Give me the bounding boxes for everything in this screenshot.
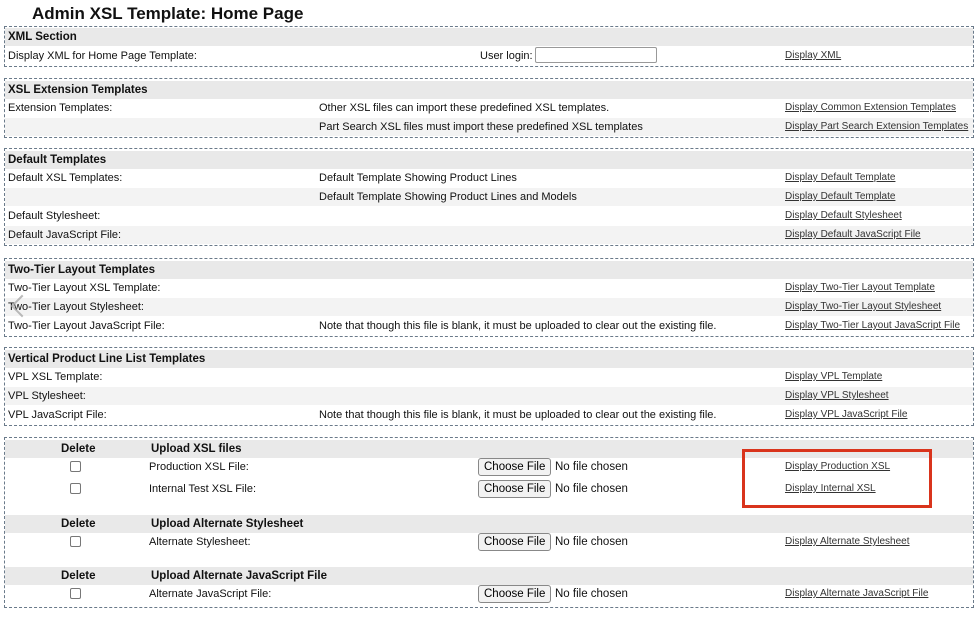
- table-row: Extension Templates: Other XSL files can…: [5, 99, 973, 117]
- delete-checkbox[interactable]: [70, 588, 81, 599]
- choose-file-button[interactable]: Choose File: [478, 585, 552, 603]
- row-label: Display XML for Home Page Template:: [8, 50, 197, 62]
- display-alternate-stylesheet-link[interactable]: Display Alternate Stylesheet: [785, 533, 910, 551]
- user-login-input[interactable]: [535, 47, 657, 63]
- row-description: Default Template Showing Product Lines: [319, 172, 517, 184]
- row-description: Note that though this file is blank, it …: [319, 409, 717, 421]
- upload-group-header: Delete Upload Alternate JavaScript File: [5, 567, 973, 585]
- table-row: VPL JavaScript File: Note that though th…: [5, 406, 973, 424]
- file-label: Internal Test XSL File:: [149, 483, 256, 495]
- table-row: Two-Tier Layout XSL Template: Display Tw…: [5, 279, 973, 297]
- xsl-extension-section: XSL Extension Templates Extension Templa…: [4, 78, 974, 138]
- display-vpl-template-link[interactable]: Display VPL Template: [785, 368, 882, 386]
- file-label: Alternate Stylesheet:: [149, 536, 251, 548]
- no-file-text: No file chosen: [555, 483, 628, 495]
- choose-file-button[interactable]: Choose File: [478, 480, 552, 498]
- display-part-search-extension-link[interactable]: Display Part Search Extension Templates: [785, 118, 968, 136]
- no-file-text: No file chosen: [555, 536, 628, 548]
- display-common-extension-link[interactable]: Display Common Extension Templates: [785, 99, 956, 117]
- table-row: Default Template Showing Product Lines a…: [5, 188, 973, 206]
- display-default-template-link[interactable]: Display Default Template: [785, 169, 895, 187]
- display-vpl-javascript-link[interactable]: Display VPL JavaScript File: [785, 406, 907, 424]
- display-default-template-link[interactable]: Display Default Template: [785, 188, 895, 206]
- file-label: Alternate JavaScript File:: [149, 588, 272, 600]
- delete-checkbox[interactable]: [70, 483, 81, 494]
- choose-file-button[interactable]: Choose File: [478, 458, 552, 476]
- table-row: Default Stylesheet: Display Default Styl…: [5, 207, 973, 225]
- section-header: XML Section: [5, 28, 973, 46]
- file-label: Production XSL File:: [149, 461, 249, 473]
- table-row: Two-Tier Layout Stylesheet: Display Two-…: [5, 298, 973, 316]
- display-vpl-stylesheet-link[interactable]: Display VPL Stylesheet: [785, 387, 889, 405]
- row-label: VPL XSL Template:: [8, 371, 103, 383]
- section-header: Default Templates: [5, 151, 973, 169]
- table-row: Default XSL Templates: Default Template …: [5, 169, 973, 187]
- section-header: Vertical Product Line List Templates: [5, 350, 973, 368]
- row-description: Part Search XSL files must import these …: [319, 121, 643, 133]
- highlight-box: [742, 449, 932, 508]
- display-two-tier-stylesheet-link[interactable]: Display Two-Tier Layout Stylesheet: [785, 298, 941, 316]
- table-row: Part Search XSL files must import these …: [5, 118, 973, 136]
- no-file-text: No file chosen: [555, 588, 628, 600]
- display-xml-link[interactable]: Display XML: [785, 47, 841, 65]
- row-description: Note that though this file is blank, it …: [319, 320, 717, 332]
- table-row: Default JavaScript File: Display Default…: [5, 226, 973, 244]
- display-alternate-javascript-link[interactable]: Display Alternate JavaScript File: [785, 585, 928, 603]
- row-label: Default XSL Templates:: [8, 172, 123, 184]
- section-header: Two-Tier Layout Templates: [5, 261, 973, 279]
- xml-row: Display XML for Home Page Template: User…: [5, 47, 973, 65]
- xml-section: XML Section Display XML for Home Page Te…: [4, 26, 974, 67]
- display-default-javascript-link[interactable]: Display Default JavaScript File: [785, 226, 921, 244]
- table-row: VPL Stylesheet: Display VPL Stylesheet: [5, 387, 973, 405]
- delete-checkbox[interactable]: [70, 461, 81, 472]
- login-label: User login:: [480, 50, 533, 62]
- row-label: Extension Templates:: [8, 102, 113, 114]
- row-label: Two-Tier Layout XSL Template:: [8, 282, 161, 294]
- delete-checkbox[interactable]: [70, 536, 81, 547]
- display-default-stylesheet-link[interactable]: Display Default Stylesheet: [785, 207, 902, 225]
- row-label: VPL Stylesheet:: [8, 390, 86, 402]
- no-file-text: No file chosen: [555, 461, 628, 473]
- row-label: Default JavaScript File:: [8, 229, 122, 241]
- choose-file-button[interactable]: Choose File: [478, 533, 552, 551]
- table-row: VPL XSL Template: Display VPL Template: [5, 368, 973, 386]
- row-description: Default Template Showing Product Lines a…: [319, 191, 577, 203]
- two-tier-section: Two-Tier Layout Templates Two-Tier Layou…: [4, 258, 974, 337]
- row-label: VPL JavaScript File:: [8, 409, 107, 421]
- vpl-section: Vertical Product Line List Templates VPL…: [4, 347, 974, 426]
- table-row: Two-Tier Layout JavaScript File: Note th…: [5, 317, 973, 335]
- row-description: Other XSL files can import these predefi…: [319, 102, 610, 114]
- display-two-tier-javascript-link[interactable]: Display Two-Tier Layout JavaScript File: [785, 317, 960, 335]
- section-header: XSL Extension Templates: [5, 81, 973, 99]
- upload-row: Alternate JavaScript File: Choose File N…: [5, 585, 973, 605]
- row-label: Two-Tier Layout JavaScript File:: [8, 320, 165, 332]
- default-templates-section: Default Templates Default XSL Templates:…: [4, 148, 974, 246]
- page-title: Admin XSL Template: Home Page: [32, 4, 304, 23]
- row-label: Default Stylesheet:: [8, 210, 101, 222]
- display-two-tier-template-link[interactable]: Display Two-Tier Layout Template: [785, 279, 935, 297]
- upload-group-header: Delete Upload Alternate Stylesheet: [5, 515, 973, 533]
- upload-row: Alternate Stylesheet: Choose File No fil…: [5, 533, 973, 553]
